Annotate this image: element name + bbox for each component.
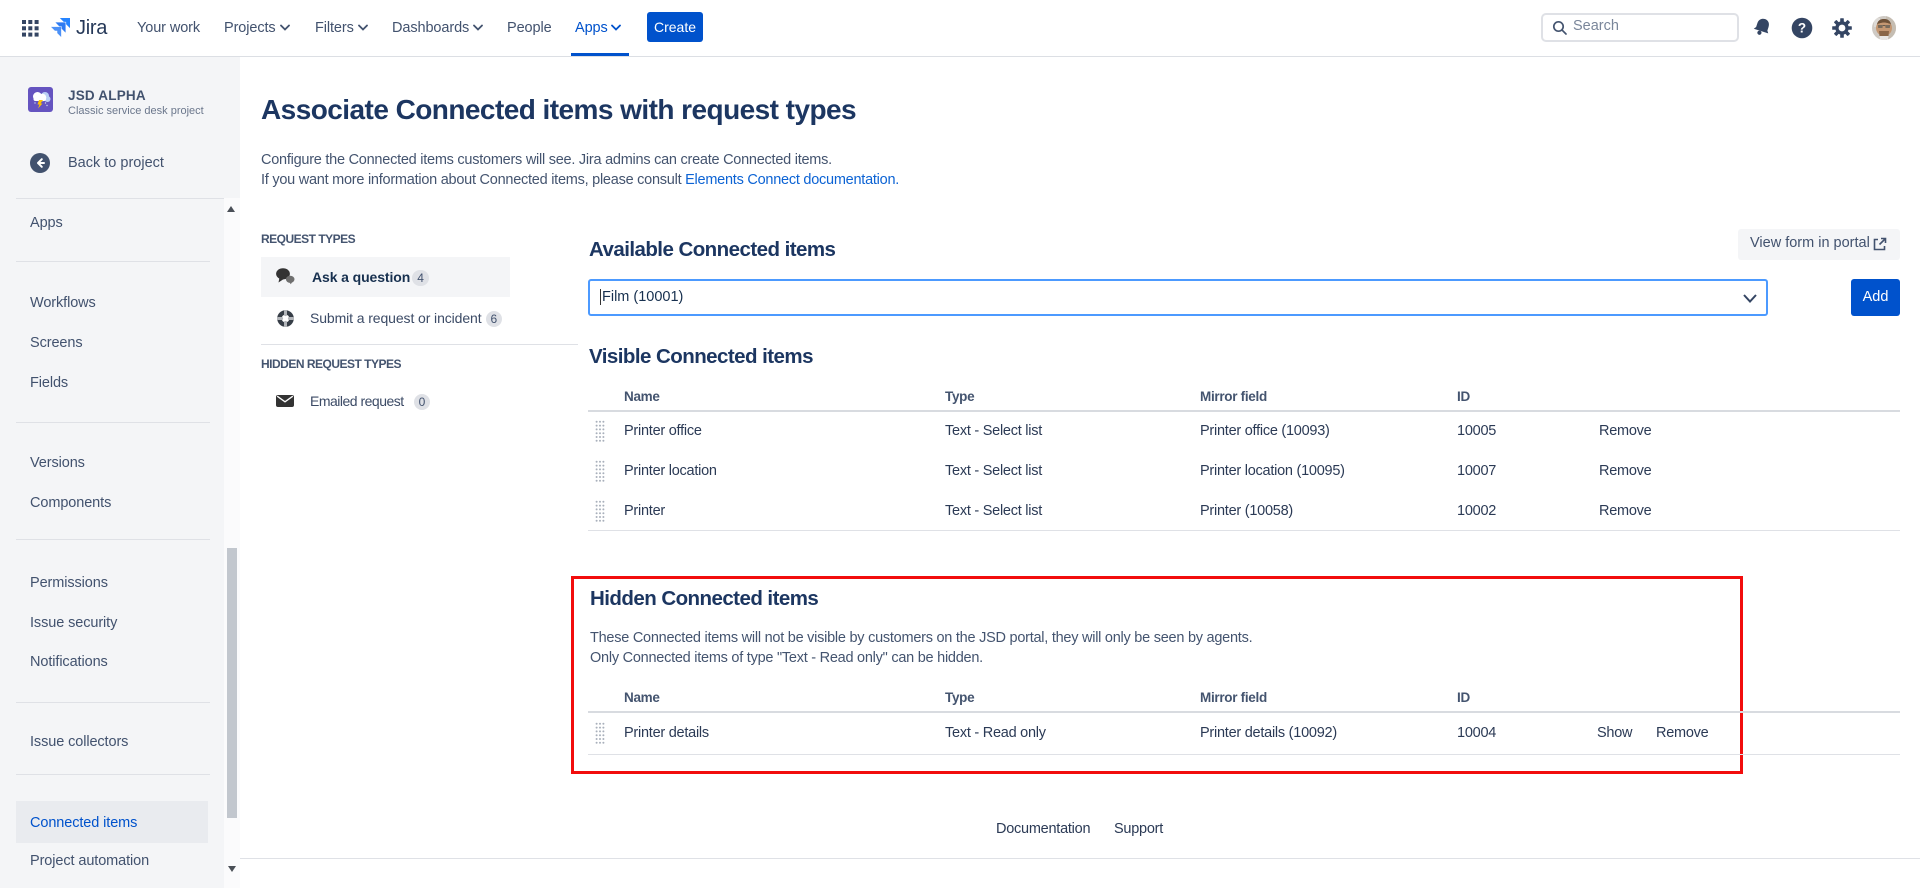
svg-text:?: ? xyxy=(1798,21,1806,36)
